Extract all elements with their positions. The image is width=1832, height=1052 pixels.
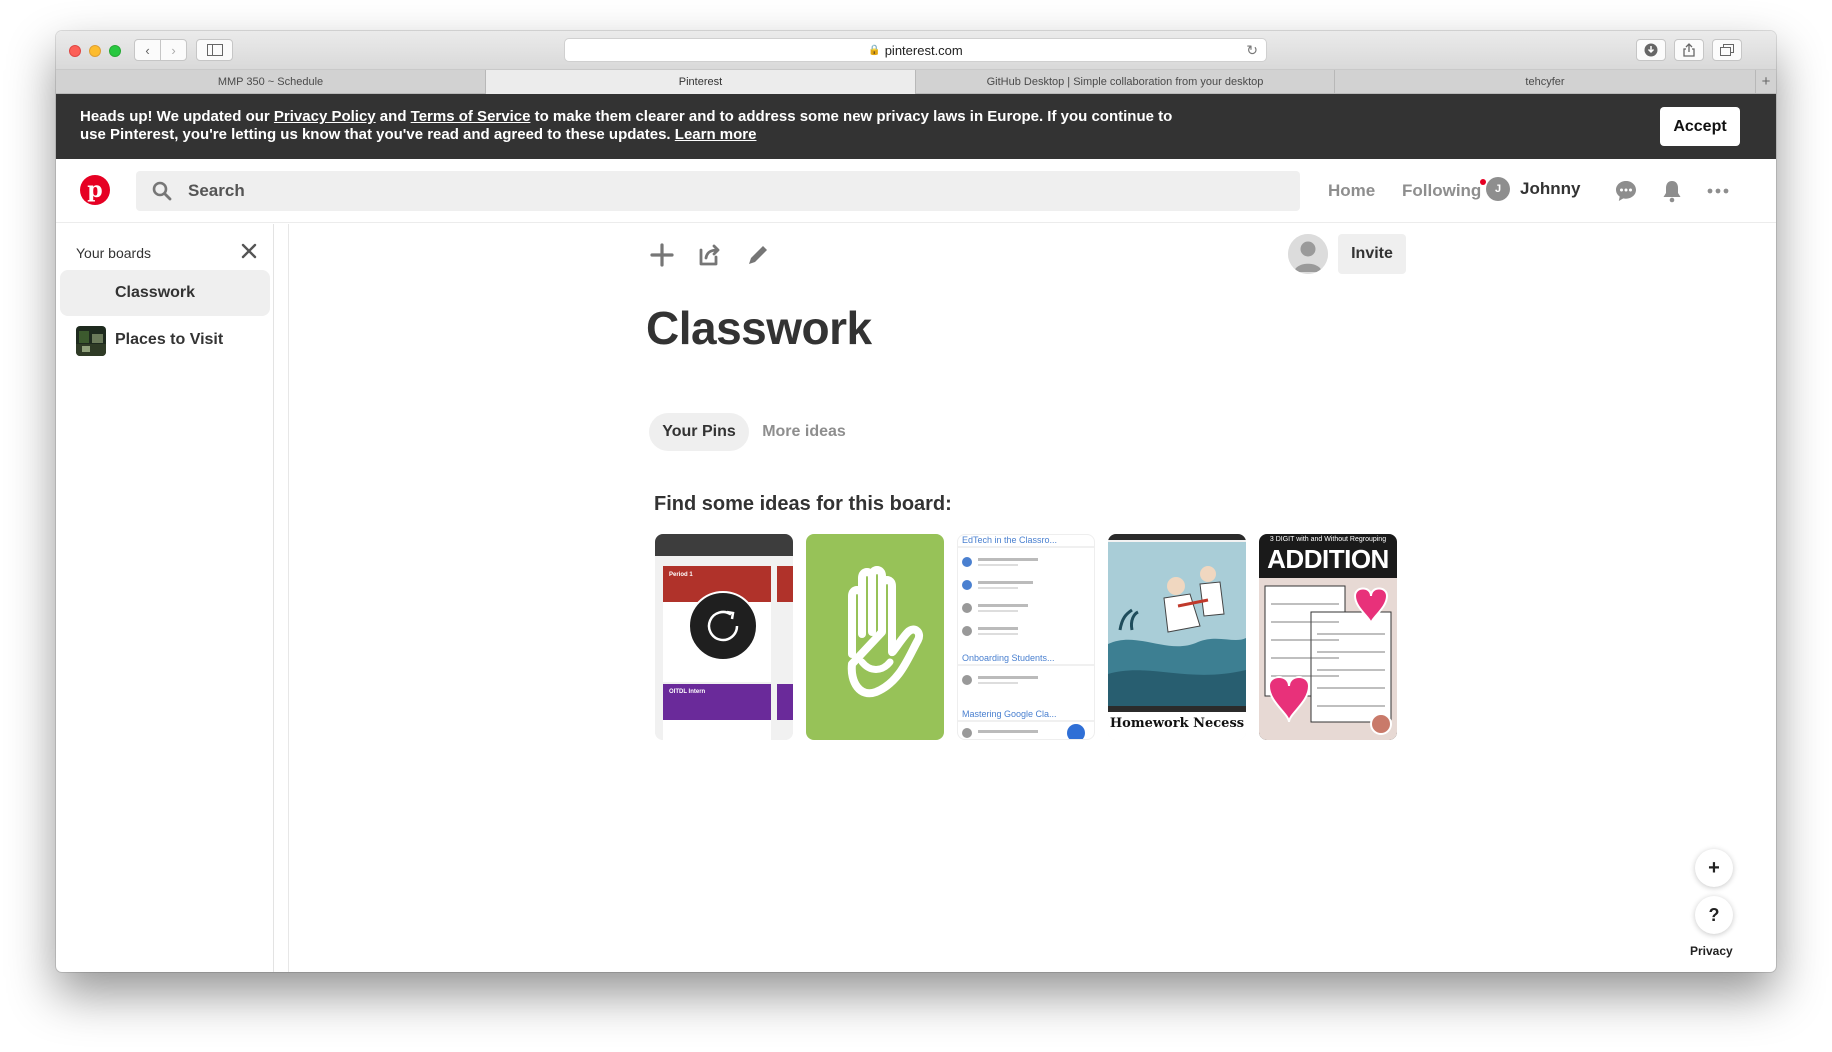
close-icon[interactable] <box>240 242 258 260</box>
idea-pin[interactable] <box>806 534 944 740</box>
idea-pin[interactable]: Period 1 OITDL Intern <box>655 534 793 740</box>
invite-button[interactable]: Invite <box>1338 234 1406 274</box>
privacy-policy-link[interactable]: Privacy Policy <box>274 108 376 125</box>
ideas-list: Period 1 OITDL Intern EdTech in the Clas… <box>655 534 1397 740</box>
privacy-update-banner: Heads up! We updated our Privacy Policy … <box>56 94 1776 159</box>
new-tab-button[interactable]: + <box>1756 70 1776 93</box>
tab-bar: MMP 350 ~ Schedule Pinterest GitHub Desk… <box>56 70 1776 94</box>
download-icon <box>1644 43 1658 57</box>
forward-button[interactable]: › <box>160 39 187 61</box>
add-floating-button[interactable]: + <box>1695 849 1733 887</box>
accept-button[interactable]: Accept <box>1660 107 1740 146</box>
sidebar-item-places-to-visit[interactable]: Places to Visit <box>60 317 270 363</box>
learn-more-link[interactable]: Learn more <box>675 126 757 143</box>
minimize-window-button[interactable] <box>89 45 101 57</box>
chevron-right-icon: › <box>171 42 176 58</box>
share-board-icon[interactable] <box>696 241 724 269</box>
ideas-heading: Find some ideas for this board: <box>654 493 952 515</box>
banner-text: and <box>375 108 411 125</box>
idea-tile-label: OITDL Intern <box>669 689 706 695</box>
sidebar-item-classwork[interactable]: Classwork <box>60 270 270 316</box>
notifications-icon[interactable] <box>1660 179 1684 203</box>
panel-divider <box>288 224 289 972</box>
share-icon <box>1683 43 1695 57</box>
idea-caption: Homework Necess <box>1109 716 1245 731</box>
hand-icon <box>847 566 923 698</box>
terms-of-service-link[interactable]: Terms of Service <box>411 108 531 125</box>
help-button[interactable]: ? <box>1695 896 1733 934</box>
pinterest-logo[interactable]: p <box>80 175 110 205</box>
idea-text: Onboarding Students... <box>962 653 1055 663</box>
url-text: pinterest.com <box>884 42 963 58</box>
following-link[interactable]: Following <box>1402 181 1481 201</box>
privacy-link[interactable]: Privacy <box>1690 944 1733 958</box>
banner-message: Heads up! We updated our Privacy Policy … <box>80 108 1180 144</box>
idea-tile-label: Period 1 <box>669 572 693 578</box>
lock-icon: 🔒 <box>868 44 881 56</box>
site-header: p Home Following J Johnny <box>56 159 1776 223</box>
share-button[interactable] <box>1674 39 1704 61</box>
idea-title: ADDITION <box>1267 544 1389 574</box>
downloads-button[interactable] <box>1636 39 1666 61</box>
user-name: Johnny <box>1520 179 1581 198</box>
search-bar[interactable] <box>136 171 1300 211</box>
plus-icon: + <box>1708 856 1720 879</box>
idea-image <box>1108 534 1246 740</box>
browser-tab[interactable]: tehcyfer <box>1335 70 1756 94</box>
zoom-window-button[interactable] <box>109 45 121 57</box>
tab-label: Pinterest <box>678 76 723 88</box>
tab-label: MMP 350 ~ Schedule <box>217 76 324 88</box>
show-all-tabs-button[interactable] <box>1712 39 1742 61</box>
browser-toolbar: ‹ › 🔒 pinterest.com ↻ <box>56 31 1776 70</box>
home-link[interactable]: Home <box>1328 181 1375 201</box>
tab-label: tehcyfer <box>1525 76 1565 88</box>
search-input[interactable] <box>188 171 1188 211</box>
idea-text: Mastering Google Cla... <box>962 709 1057 719</box>
board-label: Places to Visit <box>115 331 224 348</box>
tab-your-pins[interactable]: Your Pins <box>649 413 749 451</box>
edit-board-icon[interactable] <box>744 241 772 269</box>
boards-panel: Your boards Classwork Places to Visit <box>56 224 274 972</box>
search-icon <box>152 181 172 201</box>
close-window-button[interactable] <box>69 45 81 57</box>
address-bar[interactable]: 🔒 pinterest.com ↻ <box>564 38 1267 62</box>
browser-tab-active[interactable]: Pinterest <box>486 70 916 94</box>
idea-pin[interactable]: EdTech in the Classro... Onboarding Stud… <box>957 534 1095 740</box>
board-title: Classwork <box>646 302 872 354</box>
board-label: Classwork <box>115 284 196 301</box>
tab-label: GitHub Desktop | Simple collaboration fr… <box>986 76 1264 88</box>
boards-panel-title: Your boards <box>76 245 151 261</box>
board-thumbnail <box>76 326 106 356</box>
browser-tab[interactable]: GitHub Desktop | Simple collaboration fr… <box>916 70 1335 94</box>
avatar: J <box>1486 177 1510 201</box>
banner-text: Heads up! We updated our <box>80 108 274 125</box>
tabs-overview-icon <box>1720 44 1734 56</box>
tab-more-ideas[interactable]: More ideas <box>756 413 852 451</box>
idea-subtitle: 3 DIGIT with and Without Regrouping <box>1269 536 1387 543</box>
show-sidebar-button[interactable] <box>196 39 233 61</box>
plus-icon: + <box>1761 73 1771 90</box>
back-button[interactable]: ‹ <box>134 39 161 61</box>
messages-icon[interactable] <box>1614 179 1638 203</box>
browser-tab[interactable]: MMP 350 ~ Schedule <box>56 70 486 94</box>
idea-pin[interactable]: Homework Necess <box>1108 534 1246 740</box>
profile-link[interactable]: J Johnny <box>1486 177 1580 201</box>
idea-pin[interactable]: 3 DIGIT with and Without Regrouping ADDI… <box>1259 534 1397 740</box>
add-pin-icon[interactable] <box>648 241 676 269</box>
browser-window: ‹ › 🔒 pinterest.com ↻ MMP 350 ~ Schedule… <box>56 31 1776 972</box>
chevron-left-icon: ‹ <box>145 42 150 58</box>
reload-icon[interactable]: ↻ <box>1246 42 1258 59</box>
question-icon: ? <box>1708 904 1720 925</box>
sidebar-icon <box>206 44 223 56</box>
idea-image <box>655 534 793 740</box>
more-options-icon[interactable] <box>1706 179 1730 203</box>
collaborator-avatar[interactable] <box>1288 234 1328 274</box>
